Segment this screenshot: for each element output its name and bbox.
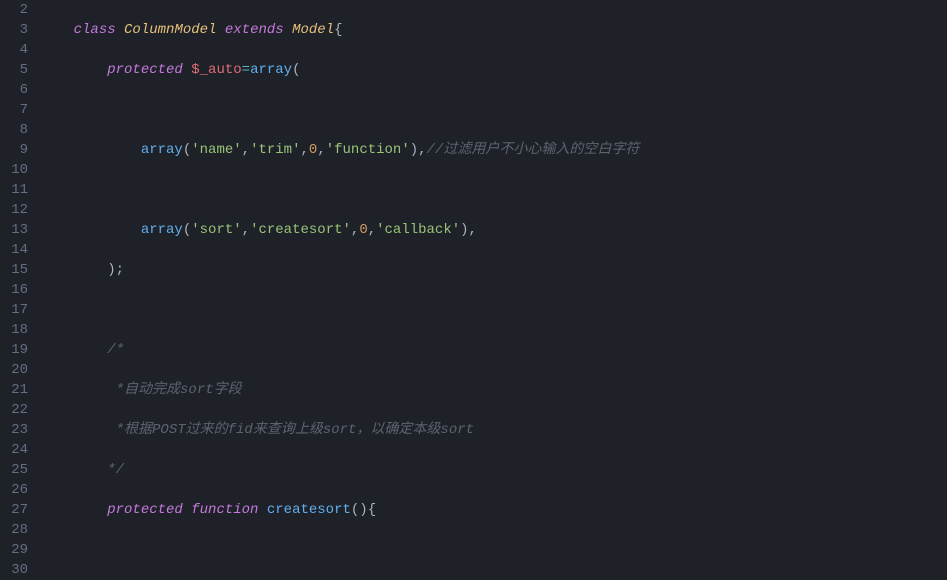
line-number: 9 (0, 140, 28, 160)
line-number: 7 (0, 100, 28, 120)
line-number: 12 (0, 200, 28, 220)
line-number: 15 (0, 260, 28, 280)
line-number: 28 (0, 520, 28, 540)
line-number: 13 (0, 220, 28, 240)
code-line[interactable]: array('sort','createsort',0,'callback'), (40, 220, 947, 240)
line-number: 16 (0, 280, 28, 300)
code-line[interactable]: protected function createsort(){ (40, 500, 947, 520)
code-line[interactable]: *根据POST过来的fid来查询上级sort，以确定本级sort (40, 420, 947, 440)
code-area[interactable]: class ColumnModel extends Model{ protect… (40, 0, 947, 579)
line-number: 27 (0, 500, 28, 520)
code-line[interactable] (40, 540, 947, 560)
line-number: 19 (0, 340, 28, 360)
code-line[interactable] (40, 180, 947, 200)
line-number-gutter: 2 3 4 5 6 7 8 9 10 11 12 13 14 15 16 17 … (0, 0, 40, 579)
code-line[interactable] (40, 100, 947, 120)
line-number: 11 (0, 180, 28, 200)
line-number: 21 (0, 380, 28, 400)
line-number: 26 (0, 480, 28, 500)
line-number: 30 (0, 560, 28, 580)
code-line[interactable]: */ (40, 460, 947, 480)
line-number: 3 (0, 20, 28, 40)
line-number: 18 (0, 320, 28, 340)
code-editor[interactable]: 2 3 4 5 6 7 8 9 10 11 12 13 14 15 16 17 … (0, 0, 947, 579)
code-line[interactable]: array('name','trim',0,'function'),//过滤用户… (40, 140, 947, 160)
line-number: 8 (0, 120, 28, 140)
line-number: 22 (0, 400, 28, 420)
code-line[interactable]: /* (40, 340, 947, 360)
code-line[interactable]: class ColumnModel extends Model{ (40, 20, 947, 40)
line-number: 25 (0, 460, 28, 480)
line-number: 29 (0, 540, 28, 560)
line-number: 17 (0, 300, 28, 320)
code-line[interactable] (40, 300, 947, 320)
line-number: 14 (0, 240, 28, 260)
line-number: 4 (0, 40, 28, 60)
line-number: 5 (0, 60, 28, 80)
code-line[interactable]: *自动完成sort字段 (40, 380, 947, 400)
line-number: 6 (0, 80, 28, 100)
line-number: 23 (0, 420, 28, 440)
line-number: 2 (0, 0, 28, 20)
line-number: 24 (0, 440, 28, 460)
line-number: 10 (0, 160, 28, 180)
code-line[interactable]: protected $_auto=array( (40, 60, 947, 80)
line-number: 20 (0, 360, 28, 380)
code-line[interactable]: ); (40, 260, 947, 280)
